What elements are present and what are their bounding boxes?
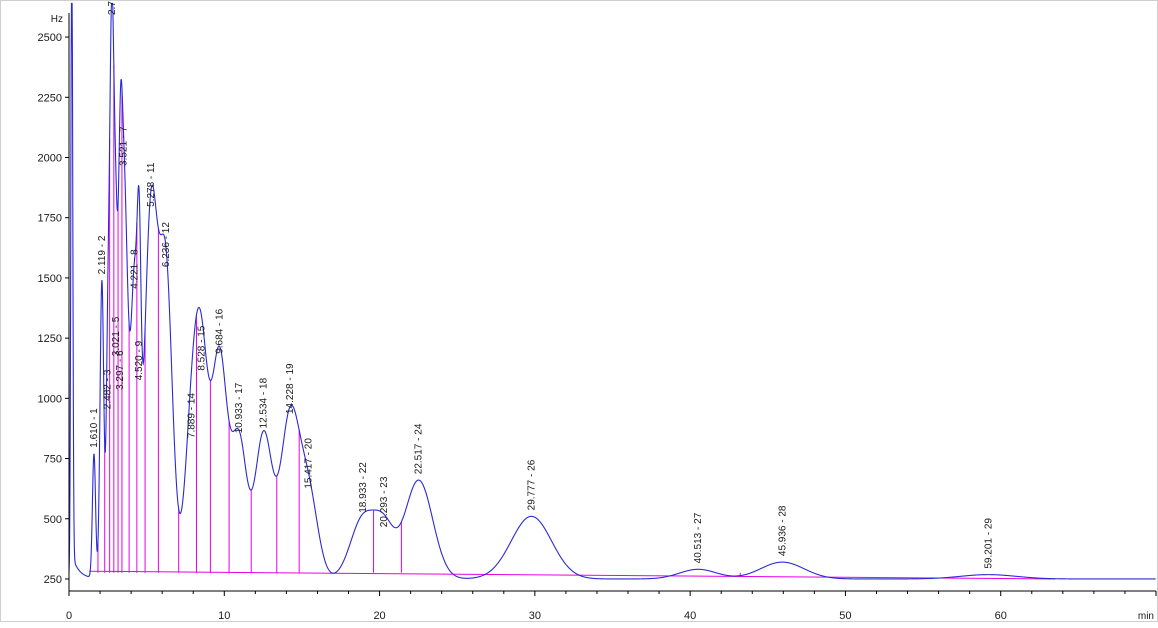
peak-label: 29.777 - 26 — [526, 459, 537, 510]
peak-label: 6.236 - 12 — [161, 222, 172, 267]
x-tick-label: 10 — [218, 610, 230, 622]
integration-baseline — [89, 570, 1056, 580]
peak-label: 14.228 - 19 — [285, 363, 296, 414]
peak-label: 40.513 - 27 — [693, 512, 704, 563]
y-tick-label: 750 — [44, 454, 62, 466]
peak-label: 10.933 - 17 — [234, 382, 245, 433]
x-tick-label: 20 — [373, 610, 385, 622]
peak-label: 45.936 - 28 — [777, 505, 788, 556]
y-tick-label: 2000 — [38, 153, 62, 165]
chromatogram-frame: Hz min 250 500 750 1000 1250 1500 1750 2000 2250… — [0, 0, 1158, 622]
y-tick-label: 1750 — [38, 213, 62, 225]
y-axis-unit-label: Hz — [51, 14, 63, 25]
signal-trace — [68, 2, 1156, 580]
peak-label: 15.417 - 20 — [303, 438, 314, 489]
peak-label: 2.119 - 2 — [97, 235, 108, 274]
y-tick-label: 500 — [44, 514, 62, 526]
peak-label: 3.521 - 7 — [119, 126, 130, 166]
y-tick-label: 1500 — [38, 273, 62, 285]
peak-label: 2.753 - 4 — [107, 1, 118, 15]
peak-label: 59.201 - 29 — [983, 518, 994, 569]
peak-label: 5.278 - 11 — [146, 162, 157, 207]
x-tick-label: 0 — [66, 610, 72, 622]
x-tick-label: 40 — [684, 610, 696, 622]
peak-label: 12.534 - 18 — [259, 377, 270, 428]
peak-label: 2.482 - 3 — [103, 369, 114, 409]
x-tick-label: 30 — [529, 610, 541, 622]
y-tick-label: 2500 — [38, 32, 62, 44]
x-tick-label: 60 — [995, 610, 1007, 622]
signal-layer — [68, 2, 1156, 580]
peak-label: 4.221 - 8 — [130, 249, 141, 289]
peak-label: 8.528 - 15 — [196, 325, 207, 370]
peak-label: 22.517 - 24 — [414, 423, 425, 474]
chromatogram-chart: Hz min 250500750100012501500175020002250… — [38, 0, 1157, 622]
y-tick-label: 250 — [44, 574, 62, 586]
y-tick-label: 1250 — [38, 333, 62, 345]
x-axis-unit-label: min — [1138, 611, 1154, 622]
peak-label: 7.889 - 14 — [187, 393, 198, 438]
integration-layer — [89, 64, 1056, 580]
x-tick-label: 50 — [839, 610, 851, 622]
peak-label: 18.933 - 22 — [358, 462, 369, 513]
peak-label: 3.297 - 6 — [115, 350, 126, 390]
peak-label: 20.293 - 23 — [379, 476, 390, 527]
peak-label: 9.684 - 16 — [214, 308, 225, 353]
y-tick-label: 1000 — [38, 393, 62, 405]
peak-label: 4.520 - 9 — [134, 340, 145, 380]
peak-label: 3.021 - 5 — [111, 316, 122, 356]
y-tick-label: 2250 — [38, 92, 62, 104]
peak-labels-layer: 1.610 - 1 2.119 - 2 2.482 - 3 2.753 - 4 3.02… — [89, 0, 994, 569]
peak-label: 1.610 - 1 — [89, 408, 100, 448]
